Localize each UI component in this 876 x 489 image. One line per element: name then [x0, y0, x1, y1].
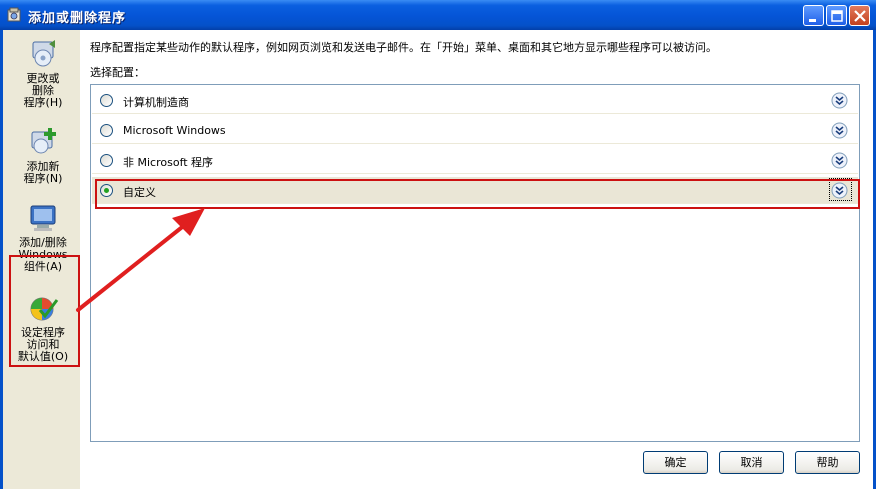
cancel-button[interactable]: 取消: [719, 451, 784, 474]
annotation-arrow: [76, 208, 205, 312]
ok-button[interactable]: 确定: [643, 451, 708, 474]
add-remove-programs-window: 添加或删除程序 更改或 删除 程序(H) 添加新 程序(N) 添加/删除 Win…: [0, 0, 876, 489]
help-button[interactable]: 帮助: [795, 451, 860, 474]
